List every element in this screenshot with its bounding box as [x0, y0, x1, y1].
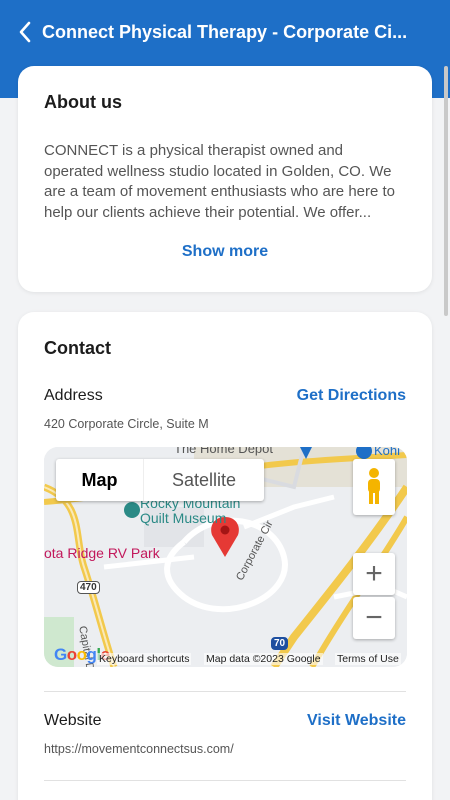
- terms-of-use-link[interactable]: Terms of Use: [335, 653, 401, 665]
- about-text: CONNECT is a physical therapist owned an…: [44, 142, 396, 221]
- address-row: Address Get Directions 420 Corporate Cir…: [44, 387, 406, 431]
- pegman-icon: [368, 468, 380, 504]
- map-label-rv-park: ota Ridge RV Park: [44, 545, 160, 561]
- website-url: https://movementconnectsus.com/: [44, 742, 234, 756]
- map-label-home-depot: The Home Depot: [174, 447, 273, 456]
- zoom-out-button[interactable]: −: [353, 597, 395, 639]
- contact-card: Contact Address Get Directions 420 Corpo…: [18, 312, 432, 800]
- address-value: 420 Corporate Circle, Suite M: [44, 417, 209, 431]
- map-type-satellite-button[interactable]: Satellite: [144, 459, 264, 501]
- zoom-in-button[interactable]: +: [353, 553, 395, 595]
- page-title: Connect Physical Therapy - Corporate Ci.…: [42, 21, 408, 42]
- street-view-button[interactable]: [353, 459, 395, 515]
- map-label-kohls: Kohl: [374, 447, 401, 458]
- show-more-button[interactable]: Show more: [44, 243, 406, 261]
- contact-title: Contact: [44, 338, 111, 358]
- divider: [44, 691, 406, 692]
- about-card: About us CONNECT is a physical therapist…: [18, 66, 432, 292]
- visit-website-link[interactable]: Visit Website: [307, 712, 406, 730]
- website-row: Website Visit Website https://movementco…: [44, 712, 406, 756]
- about-title: About us: [44, 92, 122, 112]
- highway-shield-70: 70: [271, 637, 289, 650]
- divider: [44, 780, 406, 781]
- highway-shield-470: 470: [77, 581, 100, 594]
- map-type-map-button[interactable]: Map: [56, 459, 144, 501]
- map-type-toggle: Map Satellite: [56, 459, 264, 501]
- map-data-attribution: Map data ©2023 Google: [204, 653, 323, 665]
- scrollbar[interactable]: [444, 66, 448, 316]
- get-directions-link[interactable]: Get Directions: [297, 387, 406, 405]
- address-label: Address: [44, 387, 103, 404]
- map[interactable]: The Home Depot Kohl Rocky Mountain Quilt…: [44, 447, 407, 667]
- back-button[interactable]: [0, 0, 42, 64]
- chevron-left-icon: [19, 21, 31, 43]
- header-bar: Connect Physical Therapy - Corporate Ci.…: [0, 0, 450, 64]
- keyboard-shortcuts-link[interactable]: Keyboard shortcuts: [97, 653, 192, 665]
- website-label: Website: [44, 712, 102, 729]
